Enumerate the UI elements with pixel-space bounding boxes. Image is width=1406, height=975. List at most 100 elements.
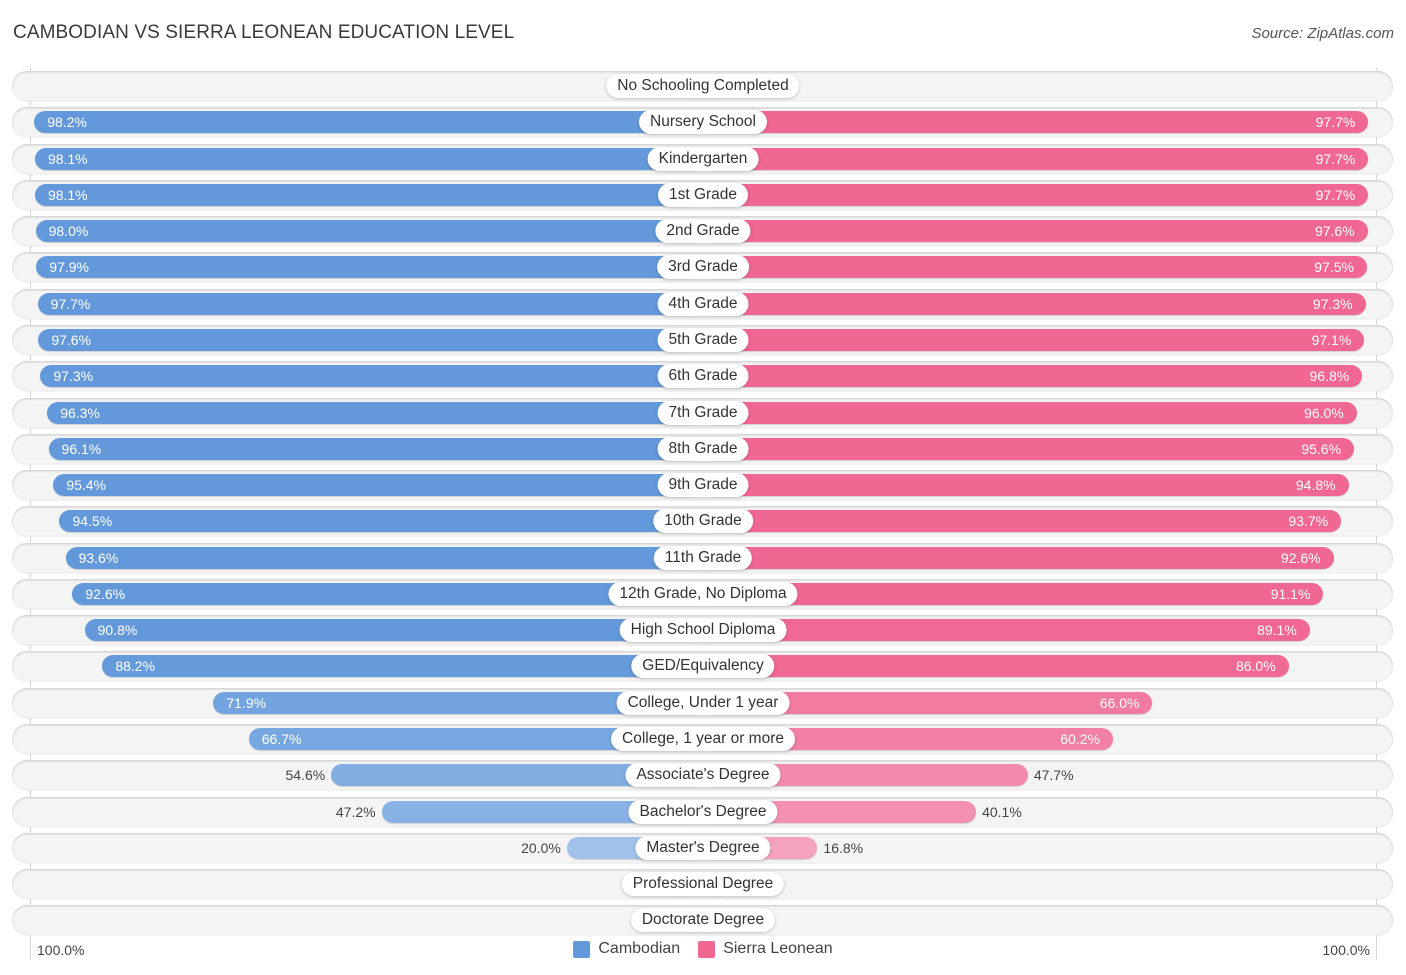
value-label-cambodian: 88.2%	[115, 658, 156, 675]
value-label-cambodian: 97.9%	[49, 259, 89, 276]
bar-sierra-leonean[interactable]	[703, 256, 1367, 279]
value-label-sierra-leonean: 97.7%	[1315, 114, 1356, 131]
category-label: 7th Grade	[657, 400, 749, 425]
category-label: Associate's Degree	[625, 763, 781, 788]
legend-item-sierra-leonean[interactable]: Sierra Leonean	[698, 940, 833, 958]
value-label-cambodian: 66.7%	[261, 731, 302, 748]
value-label-sierra-leonean: 96.0%	[1304, 404, 1344, 421]
value-label-cambodian: 98.1%	[47, 186, 88, 203]
value-label-cambodian: 98.1%	[47, 150, 88, 167]
category-label: 1st Grade	[657, 182, 749, 207]
bar-sierra-leonean[interactable]	[703, 655, 1289, 678]
category-label: 10th Grade	[653, 509, 753, 534]
value-label-sierra-leonean: 92.6%	[1280, 549, 1321, 566]
value-label-sierra-leonean: 60.2%	[1060, 731, 1100, 748]
value-label-sierra-leonean: 97.7%	[1315, 186, 1356, 203]
value-label-cambodian: 54.6%	[285, 767, 326, 784]
legend-label-sierra-leonean: Sierra Leonean	[723, 940, 833, 957]
category-label: College, 1 year or more	[611, 727, 795, 752]
category-label: College, Under 1 year	[616, 690, 790, 715]
value-label-sierra-leonean: 97.7%	[1315, 150, 1356, 167]
category-label: 6th Grade	[657, 364, 749, 389]
value-label-sierra-leonean: 47.7%	[1033, 767, 1074, 784]
category-label: Kindergarten	[647, 146, 759, 171]
bar-cambodian[interactable]	[38, 328, 703, 351]
bar-cambodian[interactable]	[36, 256, 703, 279]
value-label-cambodian: 90.8%	[97, 622, 138, 639]
bar-cambodian[interactable]	[34, 183, 703, 206]
bar-cambodian[interactable]	[48, 437, 703, 460]
bar-sierra-leonean[interactable]	[703, 546, 1334, 569]
bar-sierra-leonean[interactable]	[703, 328, 1365, 351]
category-label: 4th Grade	[657, 291, 749, 316]
value-label-cambodian: 71.9%	[226, 694, 267, 711]
value-label-sierra-leonean: 93.7%	[1288, 513, 1329, 530]
bar-cambodian[interactable]	[35, 220, 703, 243]
value-label-sierra-leonean: 89.1%	[1257, 622, 1297, 639]
value-label-sierra-leonean: 16.8%	[823, 839, 864, 856]
category-label: 5th Grade	[657, 327, 749, 352]
bar-sierra-leonean[interactable]	[703, 401, 1357, 424]
bar-sierra-leonean[interactable]	[703, 510, 1342, 533]
value-label-cambodian: 95.4%	[66, 477, 107, 494]
bar-sierra-leonean[interactable]	[703, 474, 1349, 497]
value-label-sierra-leonean: 97.6%	[1314, 223, 1355, 240]
bar-sierra-leonean[interactable]	[703, 220, 1368, 243]
bar-sierra-leonean[interactable]	[703, 147, 1369, 170]
value-label-sierra-leonean: 95.6%	[1301, 440, 1342, 457]
bar-cambodian[interactable]	[37, 292, 703, 315]
bar-cambodian[interactable]	[34, 147, 703, 170]
bar-cambodian[interactable]	[59, 510, 703, 533]
category-label: 9th Grade	[657, 473, 749, 498]
value-label-cambodian: 93.6%	[78, 549, 119, 566]
value-label-sierra-leonean: 86.0%	[1235, 658, 1276, 675]
value-label-sierra-leonean: 96.8%	[1309, 368, 1350, 385]
value-label-sierra-leonean: 97.1%	[1311, 331, 1352, 348]
category-label: 2nd Grade	[655, 219, 751, 244]
value-label-sierra-leonean: 40.1%	[982, 803, 1022, 820]
bar-sierra-leonean[interactable]	[703, 437, 1355, 460]
value-label-cambodian: 97.6%	[51, 331, 92, 348]
bar-cambodian[interactable]	[102, 655, 703, 678]
category-label: Bachelor's Degree	[628, 799, 778, 824]
legend-item-cambodian[interactable]: Cambodian	[573, 940, 680, 958]
legend-swatch-cambodian	[573, 940, 591, 958]
value-label-cambodian: 47.2%	[335, 803, 376, 820]
value-label-cambodian: 97.3%	[53, 368, 94, 385]
legend: Cambodian Sierra Leonean	[0, 940, 1406, 958]
value-label-sierra-leonean: 66.0%	[1099, 694, 1140, 711]
category-label: 11th Grade	[653, 545, 753, 570]
value-label-cambodian: 96.3%	[60, 404, 100, 421]
category-label: No Schooling Completed	[606, 74, 800, 98]
bar-cambodian[interactable]	[53, 474, 703, 497]
category-label: Professional Degree	[621, 872, 785, 897]
value-label-sierra-leonean: 97.5%	[1314, 259, 1354, 276]
category-label: 12th Grade, No Diploma	[608, 581, 798, 606]
value-label-cambodian: 96.1%	[61, 440, 102, 457]
bar-sierra-leonean[interactable]	[703, 619, 1310, 642]
bar-cambodian[interactable]	[84, 619, 703, 642]
bar-sierra-leonean[interactable]	[703, 365, 1363, 388]
value-label-sierra-leonean: 97.3%	[1312, 295, 1353, 312]
value-label-cambodian: 98.0%	[48, 223, 89, 240]
legend-swatch-sierra-leonean	[698, 940, 716, 958]
bar-sierra-leonean[interactable]	[703, 111, 1369, 134]
value-label-sierra-leonean: 94.8%	[1295, 477, 1336, 494]
value-label-cambodian: 98.2%	[47, 114, 87, 131]
category-label: Doctorate Degree	[630, 908, 776, 933]
value-label-cambodian: 97.7%	[50, 295, 91, 312]
diverging-bar-chart: 1.9%2.3%No Schooling Completed98.2%97.7%…	[0, 0, 1406, 975]
bar-cambodian[interactable]	[65, 546, 703, 569]
value-label-cambodian: 92.6%	[85, 585, 126, 602]
legend-label-cambodian: Cambodian	[598, 940, 681, 957]
category-label: Master's Degree	[635, 835, 771, 860]
category-label: 3rd Grade	[657, 255, 749, 280]
category-label: Nursery School	[639, 110, 767, 135]
category-label: GED/Equivalency	[631, 654, 775, 679]
bar-sierra-leonean[interactable]	[703, 183, 1369, 206]
bar-sierra-leonean[interactable]	[703, 292, 1366, 315]
bar-cambodian[interactable]	[40, 365, 703, 388]
bar-cambodian[interactable]	[34, 111, 703, 134]
category-label: 8th Grade	[657, 436, 749, 461]
bar-cambodian[interactable]	[47, 401, 703, 424]
